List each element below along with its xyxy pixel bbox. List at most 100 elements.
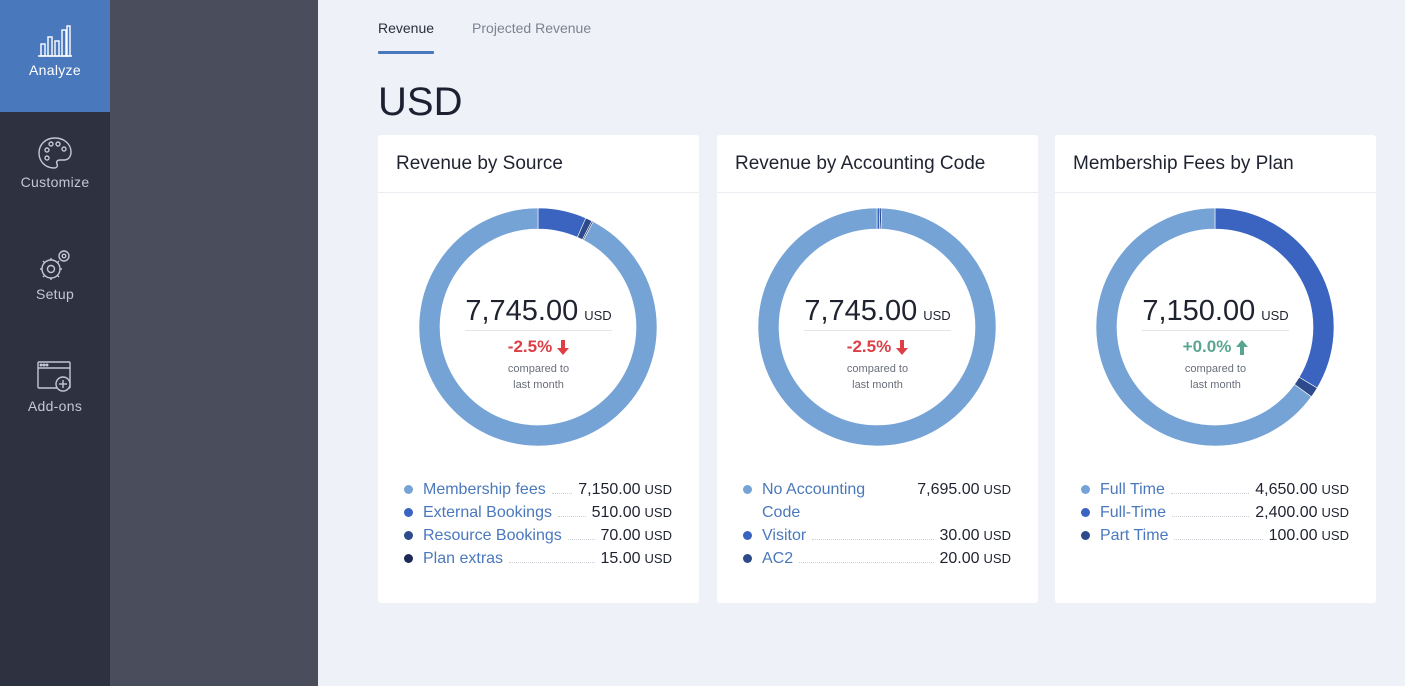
legend-link[interactable]: Resource Bookings <box>423 524 562 547</box>
legend-value: 510.00 USD <box>592 501 672 524</box>
legend-dot <box>743 531 752 540</box>
page-title: USD <box>378 80 463 124</box>
legend-value: 4,650.00 USD <box>1255 478 1349 501</box>
legend-link[interactable]: Part Time <box>1100 524 1168 547</box>
amount: 100.00 <box>1268 527 1318 544</box>
amount: 15.00 <box>600 550 641 567</box>
amount: 70.00 <box>600 527 641 544</box>
legend-item: Plan extras 15.00 USD <box>404 547 672 570</box>
tab-revenue[interactable]: Revenue <box>378 0 435 54</box>
revenue-by-source-card: Revenue by Source 7,745.00 USD -2.5% com… <box>378 135 699 603</box>
nav-item-setup[interactable]: Setup <box>0 224 110 336</box>
legend-item: Part Time 100.00 USD <box>1081 524 1349 547</box>
legend-item: External Bookings 510.00 USD <box>404 501 672 524</box>
nav-item-analyze[interactable]: Analyze <box>0 0 110 112</box>
amount-unit: USD <box>1321 482 1349 497</box>
donut-center: 7,745.00 USD -2.5% compared to last mont… <box>717 295 1038 393</box>
change-value: -2.5% <box>846 337 892 356</box>
amount-unit: USD <box>983 551 1011 566</box>
legend-link[interactable]: Visitor <box>762 524 806 547</box>
compare-line: last month <box>852 379 903 391</box>
legend-link[interactable]: No Accounting Code <box>762 478 882 524</box>
amount-unit: USD <box>644 505 672 520</box>
legend-link[interactable]: AC2 <box>762 547 793 570</box>
donut-center: 7,150.00 USD +0.0% compared to last mont… <box>1055 295 1376 393</box>
change-indicator: +0.0% <box>1055 337 1376 357</box>
legend-item: AC2 20.00 USD <box>743 547 1011 570</box>
leader-dots <box>551 478 573 494</box>
legend-value: 7,150.00 USD <box>578 478 672 501</box>
nav-item-add-ons[interactable]: Add-ons <box>0 336 110 448</box>
legend-value: 100.00 USD <box>1269 524 1349 547</box>
legend-link[interactable]: External Bookings <box>423 501 552 524</box>
compare-line: compared to <box>507 363 570 375</box>
compare-text: compared to last month <box>1055 361 1376 393</box>
total-unit: USD <box>584 308 612 323</box>
palette-icon <box>38 137 72 169</box>
amount-unit: USD <box>644 528 672 543</box>
leader-dots <box>1172 501 1250 517</box>
arrow-down-icon <box>557 339 570 355</box>
legend-dot <box>404 485 413 494</box>
legend-value: 7,695.00 USD <box>917 478 1011 501</box>
compare-line: compared to <box>846 363 909 375</box>
total-unit: USD <box>923 308 951 323</box>
tab-projected-revenue[interactable]: Projected Revenue <box>472 0 591 54</box>
change-indicator: -2.5% <box>378 337 699 357</box>
legend-value: 70.00 USD <box>601 524 673 547</box>
amount-unit: USD <box>644 551 672 566</box>
nav-item-label: Add-ons <box>27 398 83 414</box>
amount-unit: USD <box>983 482 1011 497</box>
card-title: Revenue by Source <box>378 135 699 193</box>
legend: No Accounting Code 7,695.00 USD Visitor 3… <box>743 478 1011 570</box>
legend-link[interactable]: Full-Time <box>1100 501 1166 524</box>
legend-value: 15.00 USD <box>601 547 673 570</box>
legend-value: 30.00 USD <box>940 524 1012 547</box>
legend-dot <box>404 554 413 563</box>
compare-line: last month <box>1190 379 1241 391</box>
card-title: Membership Fees by Plan <box>1055 135 1376 193</box>
gears-icon <box>40 250 70 280</box>
amount: 7,150.00 <box>578 481 641 498</box>
total-value: 7,745.00 <box>465 295 579 327</box>
main-content: Revenue Projected Revenue USD Revenue by… <box>318 0 1405 686</box>
total-row: 7,745.00 USD <box>804 295 951 331</box>
leader-dots <box>1170 478 1250 494</box>
change-value: -2.5% <box>507 337 553 356</box>
legend-item: Visitor 30.00 USD <box>743 524 1011 547</box>
legend-dot <box>743 485 752 494</box>
nav-item-customize[interactable]: Customize <box>0 112 110 224</box>
legend-item: No Accounting Code 7,695.00 USD <box>743 478 1011 524</box>
legend-dot <box>1081 531 1090 540</box>
legend-value: 20.00 USD <box>940 547 1012 570</box>
legend: Membership fees 7,150.00 USD External Boo… <box>404 478 672 570</box>
secondary-panel <box>110 0 318 686</box>
total-value: 7,745.00 <box>804 295 918 327</box>
compare-text: compared to last month <box>717 361 1038 393</box>
nav-item-label: Customize <box>20 174 90 190</box>
tab-bar: Revenue Projected Revenue <box>378 0 629 54</box>
nav-rail: Analyze Customize Setup Add-ons <box>0 0 110 686</box>
legend-link[interactable]: Membership fees <box>423 478 546 501</box>
leader-dots <box>888 478 911 494</box>
legend-dot <box>404 508 413 517</box>
donut-slice-external-bookings[interactable] <box>537 207 587 238</box>
legend-dot <box>743 554 752 563</box>
leader-dots <box>1174 524 1263 540</box>
amount: 20.00 <box>939 550 980 567</box>
legend-link[interactable]: Full Time <box>1100 478 1165 501</box>
total-row: 7,150.00 USD <box>1142 295 1289 331</box>
card-title: Revenue by Accounting Code <box>717 135 1038 193</box>
amount-unit: USD <box>644 482 672 497</box>
leader-dots <box>567 524 595 540</box>
total-unit: USD <box>1261 308 1289 323</box>
compare-text: compared to last month <box>378 361 699 393</box>
donut-center: 7,745.00 USD -2.5% compared to last mont… <box>378 295 699 393</box>
membership-fees-by-plan-card: Membership Fees by Plan 7,150.00 USD +0.… <box>1055 135 1376 603</box>
total-row: 7,745.00 USD <box>465 295 612 331</box>
legend-link[interactable]: Plan extras <box>423 547 503 570</box>
legend-dot <box>404 531 413 540</box>
amount: 30.00 <box>939 527 980 544</box>
amount: 2,400.00 <box>1255 504 1318 521</box>
legend-item: Full-Time 2,400.00 USD <box>1081 501 1349 524</box>
